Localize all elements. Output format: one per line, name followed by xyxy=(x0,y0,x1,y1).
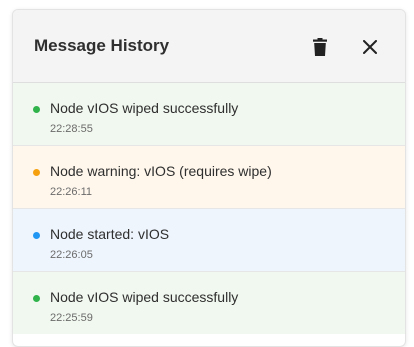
status-dot-icon xyxy=(33,106,40,113)
close-icon xyxy=(363,40,377,54)
trash-icon xyxy=(313,38,327,56)
message-list: Node vIOS wiped successfully 22:28:55 No… xyxy=(13,83,405,334)
list-item: Node vIOS wiped successfully 22:28:55 xyxy=(13,83,405,146)
message-history-panel: Message History Node vIOS wiped successf… xyxy=(12,9,406,347)
message-time: 22:26:05 xyxy=(50,249,93,261)
status-dot-icon xyxy=(33,169,40,176)
message-text: Node started: vIOS xyxy=(50,226,170,242)
close-button[interactable] xyxy=(357,34,383,60)
clear-history-button[interactable] xyxy=(307,34,333,60)
panel-title: Message History xyxy=(34,36,170,55)
list-item: Node started: vIOS 22:26:05 xyxy=(13,209,405,272)
list-item: Node vIOS wiped successfully 22:25:59 xyxy=(13,272,405,334)
panel-header: Message History xyxy=(13,10,405,83)
status-dot-icon xyxy=(33,295,40,302)
message-time: 22:25:59 xyxy=(50,312,93,324)
message-text: Node warning: vIOS (requires wipe) xyxy=(50,163,272,179)
message-time: 22:26:11 xyxy=(50,186,93,198)
message-time: 22:28:55 xyxy=(50,123,93,135)
status-dot-icon xyxy=(33,232,40,239)
list-item: Node warning: vIOS (requires wipe) 22:26… xyxy=(13,146,405,209)
message-text: Node vIOS wiped successfully xyxy=(50,100,239,116)
message-text: Node vIOS wiped successfully xyxy=(50,289,239,305)
